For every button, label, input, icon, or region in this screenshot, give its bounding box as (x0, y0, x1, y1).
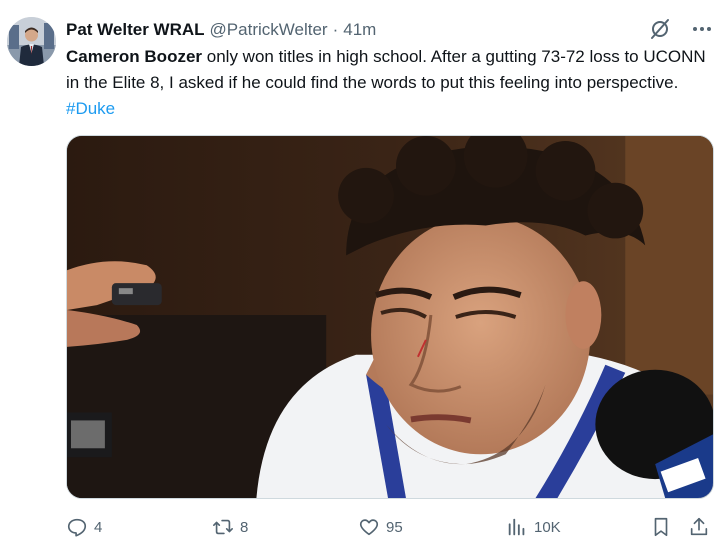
bookmark-icon (654, 517, 668, 537)
grok-icon (651, 19, 669, 39)
tweet-actions: 4 8 95 10K (66, 510, 716, 544)
tweet-header: Pat Welter WRAL @PatrickWelter · 41m (66, 18, 376, 42)
views-button[interactable]: 10K (506, 510, 561, 544)
author-avatar[interactable] (7, 17, 56, 66)
retweet-button[interactable]: 8 (212, 510, 248, 544)
grok-button[interactable] (647, 16, 673, 42)
analytics-icon (508, 518, 525, 536)
header-actions (647, 16, 715, 42)
share-button[interactable] (688, 510, 710, 544)
more-icon (693, 27, 711, 31)
like-count: 95 (386, 518, 403, 536)
tweet-timestamp[interactable]: 41m (343, 20, 376, 40)
header-separator: · (332, 20, 339, 39)
like-button[interactable]: 95 (358, 510, 403, 544)
share-icon (690, 517, 708, 536)
tweet-card[interactable]: Pat Welter WRAL @PatrickWelter · 41m Cam… (0, 0, 727, 555)
tweet-media[interactable] (66, 135, 714, 499)
author-display-name[interactable]: Pat Welter WRAL (66, 20, 205, 40)
reply-count: 4 (94, 518, 103, 536)
author-handle[interactable]: @PatrickWelter (210, 20, 328, 40)
tweet-text: Cameron Boozer only won titles in high s… (66, 44, 716, 122)
reply-button[interactable]: 4 (66, 510, 102, 544)
media-image (67, 136, 713, 498)
tweet-text-bold: Cameron Boozer (66, 47, 203, 66)
view-count: 10K (534, 518, 561, 536)
hashtag-link[interactable]: #Duke (66, 99, 115, 118)
retweet-icon (213, 519, 233, 535)
more-options-button[interactable] (689, 16, 715, 42)
avatar-image (7, 17, 56, 66)
bookmark-button[interactable] (650, 510, 672, 544)
heart-icon (359, 519, 379, 536)
reply-icon (67, 518, 87, 537)
retweet-count: 8 (240, 518, 249, 536)
